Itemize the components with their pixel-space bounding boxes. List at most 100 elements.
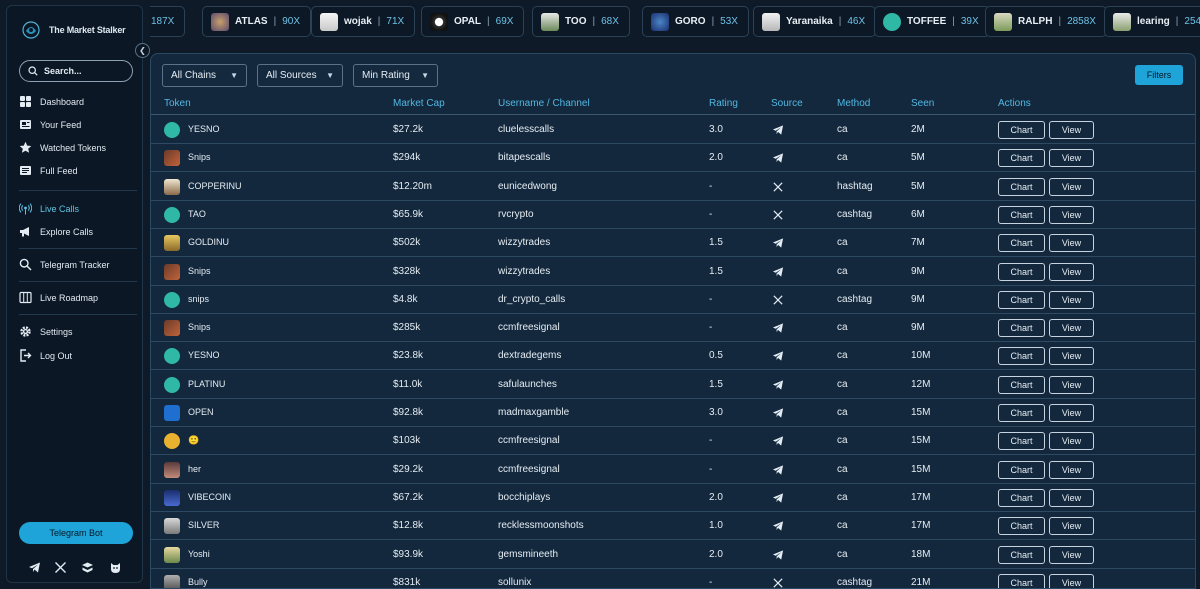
view-button[interactable]: View bbox=[1049, 177, 1094, 196]
view-button[interactable]: View bbox=[1049, 404, 1094, 422]
username[interactable]: wizzytrades bbox=[498, 266, 550, 277]
token-name[interactable]: VIBECOIN bbox=[188, 492, 231, 502]
username[interactable]: ccmfreesignal bbox=[498, 435, 560, 446]
username[interactable]: eunicedwong bbox=[498, 181, 557, 192]
column-header-rating[interactable]: Rating bbox=[709, 98, 738, 109]
username[interactable]: bitapescalls bbox=[498, 152, 550, 163]
column-header-token[interactable]: Token bbox=[164, 98, 191, 109]
token-name[interactable]: PLATINU bbox=[188, 379, 225, 389]
token-name[interactable]: 🙂 bbox=[188, 435, 199, 446]
nav-live-roadmap[interactable]: Live Roadmap bbox=[19, 291, 98, 304]
chart-button[interactable]: Chart bbox=[998, 177, 1045, 196]
nav-watched-tokens[interactable]: Watched Tokens bbox=[19, 141, 106, 154]
chart-button[interactable]: Chart bbox=[998, 460, 1045, 479]
chain-filter-select[interactable]: All Chains ▼ bbox=[162, 64, 247, 87]
chart-button[interactable]: Chart bbox=[998, 234, 1045, 253]
token-name[interactable]: Bully bbox=[188, 577, 208, 587]
chart-button[interactable]: Chart bbox=[998, 432, 1045, 451]
token-name[interactable]: OPEN bbox=[188, 407, 214, 417]
token-name[interactable]: SILVER bbox=[188, 520, 219, 530]
chart-button[interactable]: Chart bbox=[998, 404, 1045, 422]
column-header-seen[interactable]: Seen bbox=[911, 98, 934, 109]
view-button[interactable]: View bbox=[1049, 234, 1094, 253]
username[interactable]: safulaunches bbox=[498, 379, 557, 390]
view-button[interactable]: View bbox=[1049, 375, 1094, 394]
ticker-item[interactable]: RALPH | 2858X bbox=[985, 6, 1107, 37]
table-row[interactable]: snips $4.8k dr_crypto_calls - cashtag 9M Chart… bbox=[151, 286, 1195, 314]
chart-button[interactable]: Chart bbox=[998, 290, 1045, 309]
chart-button[interactable]: Chart bbox=[998, 149, 1045, 168]
token-name[interactable]: YESNO bbox=[188, 124, 220, 134]
ticker-item[interactable]: Yaranaika | 46X bbox=[753, 6, 877, 37]
username[interactable]: bocchiplays bbox=[498, 492, 550, 503]
table-row[interactable]: Yoshi $93.9k gemsmineeth 2.0 ca 18M Chart View bbox=[151, 541, 1195, 569]
filters-button[interactable]: Filters bbox=[1135, 65, 1183, 85]
chart-button[interactable]: Chart bbox=[998, 262, 1045, 281]
token-name[interactable]: GOLDINU bbox=[188, 237, 229, 247]
chart-button[interactable]: Chart bbox=[998, 347, 1045, 366]
view-button[interactable]: View bbox=[1049, 517, 1094, 536]
column-header-username[interactable]: Username / Channel bbox=[498, 98, 590, 109]
table-row[interactable]: COPPERINU $12.20m eunicedwong - hashtag 5M Cha… bbox=[151, 173, 1195, 201]
table-row[interactable]: Snips $285k ccmfreesignal - ca 9M Chart View bbox=[151, 314, 1195, 343]
view-button[interactable]: View bbox=[1049, 545, 1094, 564]
view-button[interactable]: View bbox=[1049, 488, 1094, 507]
table-row[interactable]: VIBECOIN $67.2k bocchiplays 2.0 ca 17M Chart Vi… bbox=[151, 484, 1195, 512]
docs-link[interactable] bbox=[79, 559, 95, 575]
nav-settings[interactable]: Settings bbox=[19, 325, 73, 338]
nav-your-feed[interactable]: Your Feed bbox=[19, 118, 81, 131]
token-name[interactable]: YESNO bbox=[188, 350, 220, 360]
view-button[interactable]: View bbox=[1049, 262, 1094, 281]
search-input[interactable]: Search... bbox=[19, 60, 133, 82]
brand[interactable]: The Market Stalker bbox=[21, 20, 126, 40]
ticker-item[interactable]: 187X bbox=[150, 6, 186, 37]
table-row[interactable]: PLATINU $11.0k safulaunches 1.5 ca 12M Chart Vi… bbox=[151, 371, 1195, 399]
token-name[interactable]: her bbox=[188, 464, 201, 474]
chart-button[interactable]: Chart bbox=[998, 488, 1045, 507]
username[interactable]: rvcrypto bbox=[498, 209, 534, 220]
table-row[interactable]: her $29.2k ccmfreesignal - ca 15M Chart View bbox=[151, 456, 1195, 484]
view-button[interactable]: View bbox=[1049, 319, 1094, 338]
nav-live-calls[interactable]: Live Calls bbox=[19, 202, 79, 215]
nav-full-feed[interactable]: Full Feed bbox=[19, 164, 78, 177]
nav-explore-calls[interactable]: Explore Calls bbox=[19, 225, 93, 238]
ticker-item[interactable]: ATLAS | 90X bbox=[202, 6, 311, 37]
table-row[interactable]: SILVER $12.8k recklessmoonshots 1.0 ca 17M Cha… bbox=[151, 512, 1195, 541]
x-link[interactable] bbox=[52, 559, 68, 575]
ticker-item[interactable]: TOO | 68X bbox=[532, 6, 630, 37]
token-name[interactable]: Snips bbox=[188, 152, 211, 162]
ticker-item[interactable]: TOFFEE | 39X bbox=[874, 6, 990, 37]
view-button[interactable]: View bbox=[1049, 205, 1094, 224]
table-row[interactable]: Snips $328k wizzytrades 1.5 ca 9M Chart View bbox=[151, 258, 1195, 286]
table-row[interactable]: OPEN $92.8k madmaxgamble 3.0 ca 15M Chart View bbox=[151, 399, 1195, 427]
username[interactable]: madmaxgamble bbox=[498, 407, 569, 418]
nav-log-out[interactable]: Log Out bbox=[19, 349, 72, 362]
rating-filter-select[interactable]: Min Rating ▼ bbox=[353, 64, 438, 87]
token-name[interactable]: snips bbox=[188, 294, 209, 304]
username[interactable]: cluelesscalls bbox=[498, 124, 554, 135]
chart-button[interactable]: Chart bbox=[998, 121, 1045, 139]
ticker-item[interactable]: learing | 2542 bbox=[1104, 6, 1200, 37]
source-filter-select[interactable]: All Sources ▼ bbox=[257, 64, 343, 87]
view-button[interactable]: View bbox=[1049, 432, 1094, 451]
token-name[interactable]: Snips bbox=[188, 322, 211, 332]
view-button[interactable]: View bbox=[1049, 460, 1094, 479]
token-name[interactable]: TAO bbox=[188, 209, 206, 219]
token-name[interactable]: Snips bbox=[188, 266, 211, 276]
table-row[interactable]: TAO $65.9k rvcrypto - cashtag 6M Chart View bbox=[151, 201, 1195, 229]
table-row[interactable]: Bully $831k sollunix - cashtag 21M Chart View bbox=[151, 569, 1195, 588]
telegram-link[interactable] bbox=[26, 559, 42, 575]
token-name[interactable]: Yoshi bbox=[188, 549, 210, 559]
column-header-source[interactable]: Source bbox=[771, 98, 803, 109]
nav-telegram-tracker[interactable]: Telegram Tracker bbox=[19, 258, 110, 271]
chart-button[interactable]: Chart bbox=[998, 573, 1045, 588]
chart-button[interactable]: Chart bbox=[998, 375, 1045, 394]
table-row[interactable]: 🙂 $103k ccmfreesignal - ca 15M Chart View bbox=[151, 427, 1195, 456]
username[interactable]: gemsmineeth bbox=[498, 549, 558, 560]
username[interactable]: ccmfreesignal bbox=[498, 464, 560, 475]
column-header-method[interactable]: Method bbox=[837, 98, 870, 109]
view-button[interactable]: View bbox=[1049, 149, 1094, 168]
nav-dashboard[interactable]: Dashboard bbox=[19, 95, 84, 108]
chart-button[interactable]: Chart bbox=[998, 319, 1045, 338]
collapse-sidebar-button[interactable]: ❮ bbox=[135, 43, 150, 58]
